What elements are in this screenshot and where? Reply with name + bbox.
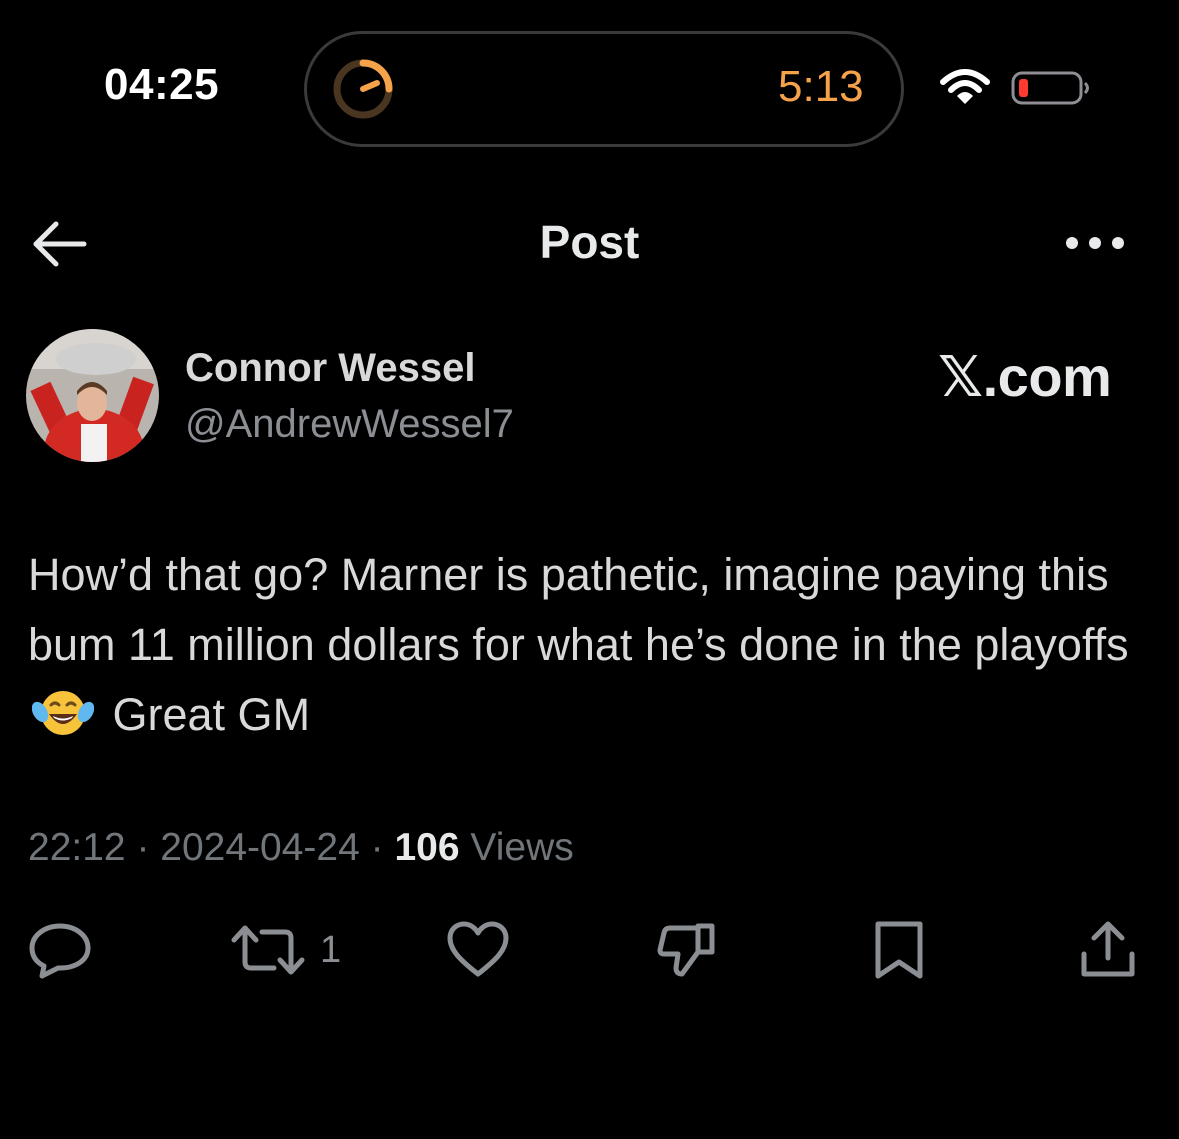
post-text: How’d that go? Marner is pathetic, imagi… — [28, 540, 1148, 750]
repost-button[interactable]: 1 — [230, 918, 341, 982]
like-button[interactable] — [446, 918, 510, 982]
repost-icon — [231, 925, 305, 975]
author-handle[interactable]: @AndrewWessel7 — [185, 402, 514, 447]
reply-button[interactable] — [28, 918, 92, 982]
dislike-button[interactable] — [656, 918, 718, 982]
post-text-tail: Great GM — [112, 689, 311, 740]
brand-watermark: 𝕏.com — [938, 345, 1112, 408]
status-clock: 04:25 — [104, 60, 220, 109]
views-label[interactable]: Views — [470, 826, 573, 869]
thumbs-down-icon — [657, 923, 715, 977]
wifi-icon — [940, 69, 990, 104]
avatar-image — [26, 329, 159, 462]
bookmark-icon — [875, 921, 923, 979]
repost-count: 1 — [320, 928, 342, 971]
share-button[interactable] — [1078, 918, 1138, 982]
share-icon — [1081, 921, 1135, 977]
reply-icon — [29, 923, 91, 979]
post-time: 22:12 — [28, 826, 126, 869]
avatar[interactable] — [26, 329, 159, 462]
post-date: 2024-04-24 — [160, 826, 360, 869]
post-text-main: How’d that go? Marner is pathetic, imagi… — [28, 549, 1129, 670]
more-icon[interactable] — [1064, 234, 1126, 252]
bookmark-button[interactable] — [872, 918, 926, 982]
live-activity-timer: 5:13 — [778, 62, 864, 111]
heart-icon — [447, 921, 509, 977]
meta-separator: · — [370, 826, 384, 869]
author-name[interactable]: Connor Wessel — [185, 346, 475, 391]
timer-icon — [333, 59, 393, 119]
meta-separator: · — [136, 826, 150, 869]
page-title: Post — [539, 216, 640, 268]
face-with-tears-of-joy-emoji — [32, 691, 94, 735]
battery-icon — [1011, 71, 1089, 105]
post-meta: 22:12 · 2024-04-24 · 106 Views — [28, 826, 574, 870]
views-count[interactable]: 106 — [394, 826, 459, 869]
